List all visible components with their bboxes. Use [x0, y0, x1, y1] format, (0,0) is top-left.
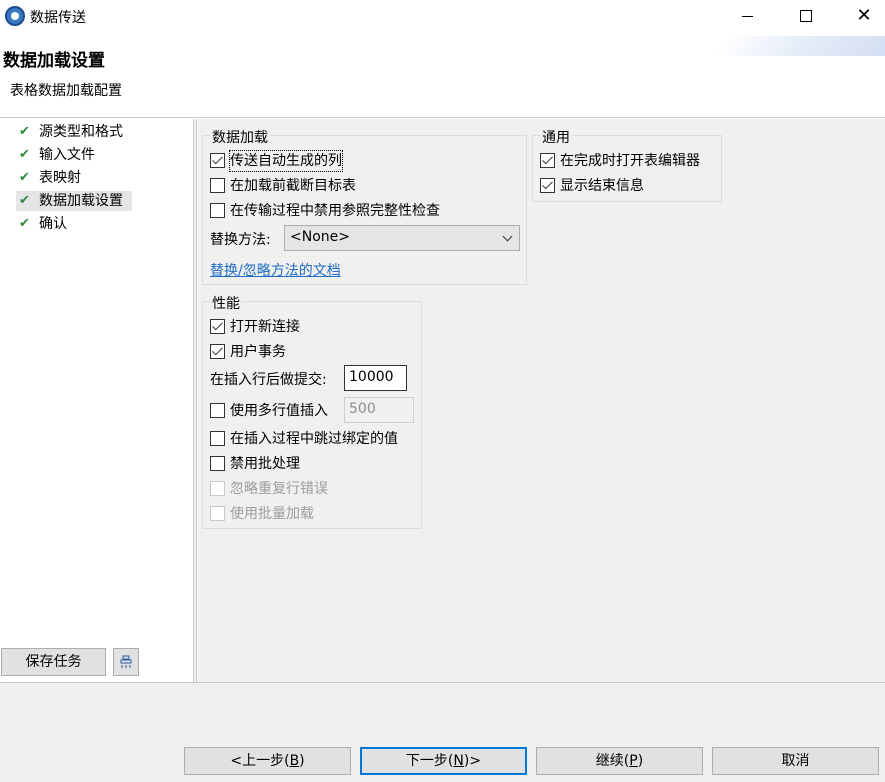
step-label: 输入文件: [39, 147, 95, 163]
header-decoration: [715, 36, 885, 56]
checkbox-label: 在插入过程中跳过绑定的值: [230, 431, 398, 447]
step-table-mapping[interactable]: ✔ 表映射: [16, 168, 132, 188]
general-group: 通用 在完成时打开表编辑器 显示结束信息: [532, 127, 722, 202]
checkbox-label: 忽略重复行错误: [230, 481, 328, 497]
replace-method-dropdown[interactable]: <None>: [284, 225, 520, 251]
step-label: 源类型和格式: [39, 124, 123, 140]
check-icon: ✔: [19, 193, 30, 208]
checkbox-box[interactable]: [210, 431, 225, 446]
multi-row-count-input: 500: [344, 397, 414, 423]
next-button[interactable]: 下一步(N)>: [360, 747, 527, 775]
group-legend: 数据加载: [210, 127, 270, 147]
checkbox-label: 打开新连接: [230, 319, 300, 335]
checkbox-box[interactable]: [210, 403, 225, 418]
checkbox-label: 显示结束信息: [560, 178, 644, 194]
button-text: 继续(: [595, 753, 630, 769]
mnemonic: B: [289, 753, 300, 769]
back-button[interactable]: <上一步(B): [184, 747, 351, 775]
button-text: 下一步(: [405, 753, 454, 769]
page-subtitle: 表格数据加载配置: [10, 83, 122, 99]
button-text: <上一步(: [230, 753, 290, 769]
checkbox-box[interactable]: [210, 456, 225, 471]
checkbox-label: 传送自动生成的列: [229, 150, 343, 172]
dropdown-value: <None>: [290, 229, 350, 245]
checkbox-box: [210, 506, 225, 521]
stamp-button[interactable]: [113, 648, 139, 676]
button-text: ): [299, 753, 305, 769]
checkbox-box[interactable]: [210, 153, 225, 168]
app-icon: [5, 6, 25, 26]
maximize-icon[interactable]: [783, 0, 829, 32]
mnemonic: N: [453, 753, 464, 769]
replace-docs-link[interactable]: 替换/忽略方法的文档: [210, 260, 341, 280]
checkbox-label: 用户事务: [230, 344, 286, 360]
button-text: )>: [463, 753, 482, 769]
commit-after-label: 在插入行后做提交:: [210, 372, 327, 388]
checkbox-box[interactable]: [210, 344, 225, 359]
stamp-icon: [120, 655, 132, 668]
wizard-header: 数据加载设置 表格数据加载配置: [0, 32, 885, 118]
mnemonic: P: [629, 753, 638, 769]
replace-method-label: 替换方法:: [210, 232, 271, 248]
check-icon: ✔: [19, 124, 30, 139]
checkbox-box[interactable]: [540, 178, 555, 193]
window-title: 数据传送: [30, 10, 86, 26]
wizard-steps-sidebar: ✔ 源类型和格式 ✔ 输入文件 ✔ 表映射 ✔ 数据加载设置 ✔ 确认: [0, 119, 194, 682]
data-load-group: 数据加载 传送自动生成的列 在加载前截断目标表 在传输过程中禁用参照完整性检查 …: [202, 127, 527, 285]
checkbox-label: 禁用批处理: [230, 456, 300, 472]
commit-after-input[interactable]: 10000: [344, 365, 407, 391]
step-input-file[interactable]: ✔ 输入文件: [16, 145, 132, 165]
button-text: ): [637, 753, 644, 769]
checkbox-label: 使用多行值插入: [230, 403, 328, 419]
checkbox-box[interactable]: [540, 153, 555, 168]
checkbox-label: 在完成时打开表编辑器: [560, 153, 700, 169]
step-label: 数据加载设置: [39, 193, 123, 209]
check-icon: ✔: [19, 170, 30, 185]
chevron-down-icon: [502, 231, 513, 242]
group-legend: 性能: [210, 293, 242, 313]
step-source-type[interactable]: ✔ 源类型和格式: [16, 122, 132, 142]
page-title: 数据加载设置: [3, 51, 105, 71]
group-legend: 通用: [540, 127, 572, 147]
checkbox-box: [210, 481, 225, 496]
save-task-button[interactable]: 保存任务: [1, 648, 106, 676]
checkbox-label: 在传输过程中禁用参照完整性检查: [230, 203, 440, 219]
step-label: 表映射: [39, 170, 81, 186]
settings-panel: 数据加载 传送自动生成的列 在加载前截断目标表 在传输过程中禁用参照完整性检查 …: [198, 119, 885, 682]
title-bar: 数据传送 ✕: [0, 0, 885, 32]
step-label: 确认: [39, 216, 67, 232]
performance-group: 性能 打开新连接 用户事务 在插入行后做提交: 10000 使用多行值插入 50…: [202, 293, 422, 529]
continue-button[interactable]: 继续(P): [536, 747, 703, 775]
check-icon: ✔: [19, 147, 30, 162]
minimize-icon[interactable]: [725, 0, 771, 32]
step-data-load-settings[interactable]: ✔ 数据加载设置: [16, 191, 132, 211]
check-icon: ✔: [19, 216, 30, 231]
step-confirm[interactable]: ✔ 确认: [16, 214, 132, 234]
checkbox-label: 使用批量加载: [230, 506, 314, 522]
sidebar-splitter[interactable]: [194, 119, 197, 682]
cancel-button[interactable]: 取消: [712, 747, 879, 775]
checkbox-box[interactable]: [210, 203, 225, 218]
close-icon[interactable]: ✕: [841, 0, 885, 32]
checkbox-box[interactable]: [210, 319, 225, 334]
checkbox-box[interactable]: [210, 178, 225, 193]
checkbox-label: 在加载前截断目标表: [230, 178, 356, 194]
